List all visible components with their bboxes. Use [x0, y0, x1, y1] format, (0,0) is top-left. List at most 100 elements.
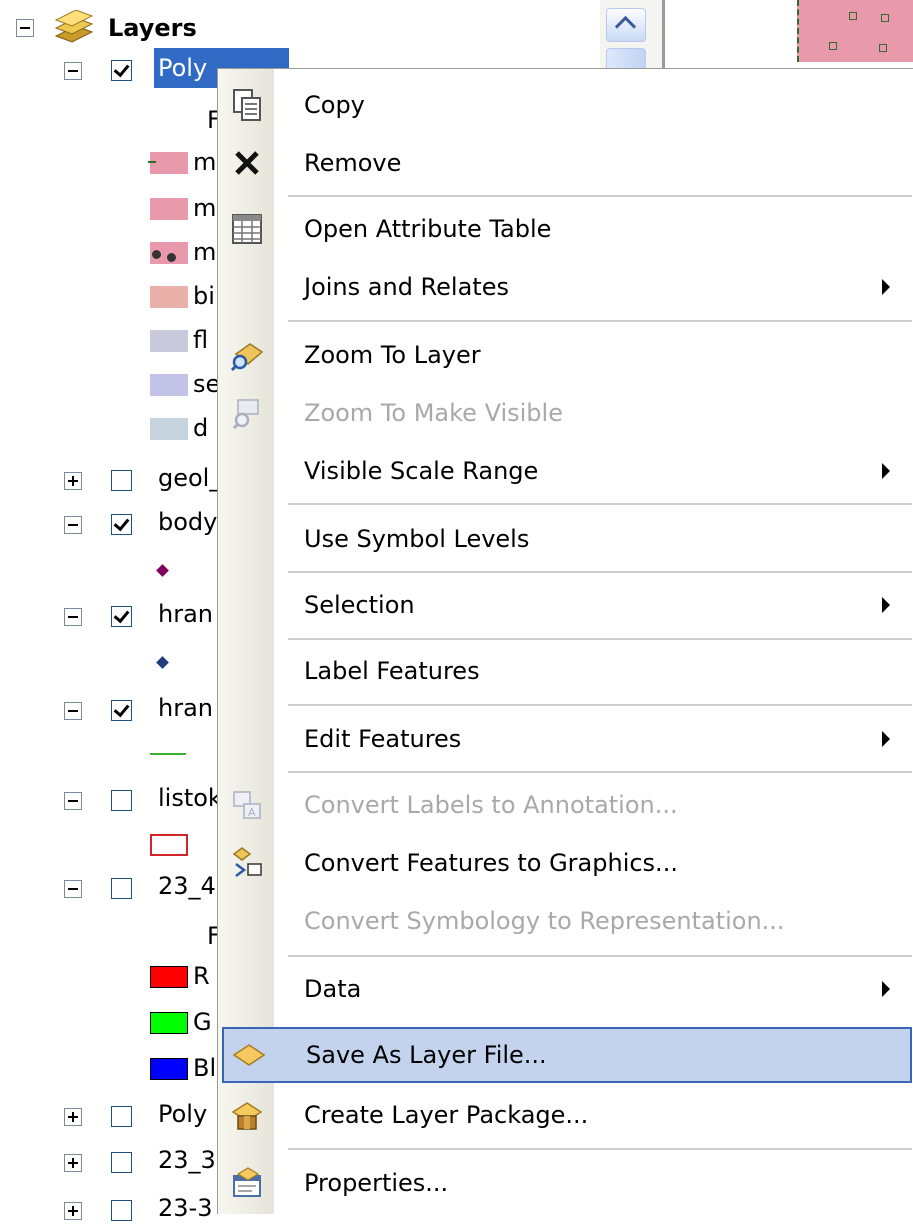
collapse-icon[interactable]: [64, 62, 82, 80]
expand-icon[interactable]: [64, 472, 82, 490]
collapse-icon[interactable]: [64, 880, 82, 898]
legend-label: Bl: [193, 1054, 217, 1082]
menu-item-selection[interactable]: Selection: [218, 577, 912, 633]
menu-item-label: Zoom To Make Visible: [304, 399, 563, 427]
toc-layer-label: geol_: [158, 464, 222, 492]
menu-item-zoom-to-layer[interactable]: Zoom To Layer: [218, 327, 912, 383]
menu-item-label: Edit Features: [304, 725, 462, 753]
menu-separator: [288, 503, 912, 505]
expand-icon[interactable]: [64, 1154, 82, 1172]
layer-visibility-checkbox[interactable]: [111, 470, 132, 491]
menu-item-label: Zoom To Layer: [304, 341, 481, 369]
toc-layer-label: body: [158, 508, 218, 536]
convert-labels-icon: A: [233, 791, 261, 819]
toc-layer-row[interactable]: 23_3: [0, 1144, 220, 1184]
convert-features-icon: [232, 847, 262, 877]
submenu-arrow-icon: [882, 279, 890, 295]
menu-separator: [288, 1148, 912, 1150]
toc-layer-row[interactable]: 23_4: [0, 870, 220, 910]
legend-label: m: [193, 238, 217, 266]
legend-swatch-blue: [150, 1058, 188, 1080]
legend-swatch: [150, 330, 188, 352]
toc-legend-item: [0, 832, 220, 872]
menu-item-label: Copy: [304, 91, 365, 119]
menu-separator: [288, 704, 912, 706]
line-symbol-icon: [150, 753, 186, 755]
toc-legend-item: G: [0, 1008, 220, 1048]
layer-visibility-checkbox[interactable]: [111, 1200, 132, 1221]
menu-item-save-as-layer-file[interactable]: Save As Layer File...: [222, 1027, 912, 1083]
menu-item-visible-scale-range[interactable]: Visible Scale Range: [218, 443, 912, 499]
layer-visibility-checkbox[interactable]: [111, 790, 132, 811]
menu-item-remove[interactable]: Remove: [218, 135, 912, 191]
toc-legend-item: [0, 744, 220, 784]
menu-item-properties[interactable]: Properties...: [218, 1155, 912, 1211]
zoom-visible-icon: [232, 399, 259, 430]
menu-item-zoom-to-make-visible[interactable]: Zoom To Make Visible: [218, 385, 912, 441]
layer-visibility-checkbox[interactable]: [111, 1152, 132, 1173]
menu-item-label: Create Layer Package...: [304, 1101, 589, 1129]
collapse-icon[interactable]: [64, 608, 82, 626]
menu-item-label: Use Symbol Levels: [304, 525, 530, 553]
menu-item-convert-features-to-graphics[interactable]: Convert Features to Graphics...: [218, 835, 912, 891]
legend-label: m: [193, 194, 217, 222]
menu-separator: [288, 955, 912, 957]
collapse-icon[interactable]: [64, 792, 82, 810]
menu-item-use-symbol-levels[interactable]: Use Symbol Levels: [218, 511, 912, 567]
layer-visibility-checkbox[interactable]: [111, 700, 132, 721]
toc-layer-row[interactable]: hran: [0, 598, 220, 638]
menu-item-label: Visible Scale Range: [304, 457, 539, 485]
collapse-icon[interactable]: [16, 19, 34, 37]
menu-item-label: Convert Symbology to Representation...: [304, 907, 785, 935]
toc-layer-row[interactable]: Poly: [0, 1098, 220, 1138]
layer-file-icon: [232, 1044, 266, 1066]
menu-item-edit-features[interactable]: Edit Features: [218, 711, 912, 767]
legend-swatch: [150, 286, 188, 308]
toc-layer-label: listok: [158, 784, 222, 812]
toc-legend-item: d: [0, 414, 220, 454]
menu-item-label: Label Features: [304, 657, 480, 685]
submenu-arrow-icon: [882, 981, 890, 997]
toc-root-layers[interactable]: Layers: [0, 8, 220, 48]
map-view[interactable]: [797, 0, 913, 62]
menu-item-joins-and-relates[interactable]: Joins and Relates: [218, 259, 912, 315]
layer-visibility-checkbox[interactable]: [111, 514, 132, 535]
menu-item-open-attribute-table[interactable]: Open Attribute Table: [218, 201, 912, 257]
layer-context-menu: Copy Remove Open Attribute Table Joins a…: [217, 68, 913, 1214]
toc-layer-row[interactable]: geol_: [0, 462, 222, 502]
toc-layer-row[interactable]: body: [0, 506, 220, 546]
menu-item-label: Convert Features to Graphics...: [304, 849, 678, 877]
toc-layer-row[interactable]: 23-3: [0, 1192, 220, 1232]
point-marker-icon: [156, 564, 169, 577]
menu-item-label: Properties...: [304, 1169, 449, 1197]
scroll-up-button[interactable]: [606, 8, 646, 42]
layer-visibility-checkbox[interactable]: [111, 1106, 132, 1127]
menu-item-data[interactable]: Data: [218, 961, 912, 1017]
toc-layer-label: Poly: [158, 1100, 208, 1128]
menu-item-create-layer-package[interactable]: Create Layer Package...: [218, 1087, 912, 1143]
toc-layer-row[interactable]: hran: [0, 692, 220, 732]
menu-item-convert-labels-to-annotation[interactable]: A Convert Labels to Annotation...: [218, 777, 912, 833]
menu-separator: [288, 771, 912, 773]
toc-legend-item: m: [0, 238, 220, 278]
toc-layer-label: hran: [158, 694, 213, 722]
layer-package-icon: [231, 1102, 263, 1130]
submenu-arrow-icon: [882, 597, 890, 613]
properties-icon: [233, 1167, 261, 1197]
submenu-arrow-icon: [882, 731, 890, 747]
expand-icon[interactable]: [64, 1202, 82, 1220]
toc-legend-item: bi: [0, 282, 220, 322]
toc-legend-item: [0, 558, 220, 598]
toc-layer-label: Poly: [158, 54, 208, 82]
expand-icon[interactable]: [64, 1108, 82, 1126]
menu-item-convert-symbology-to-representation[interactable]: Convert Symbology to Representation...: [218, 893, 912, 949]
collapse-icon[interactable]: [64, 516, 82, 534]
layer-visibility-checkbox[interactable]: [111, 878, 132, 899]
menu-item-label-features[interactable]: Label Features: [218, 643, 912, 699]
toc-layer-row[interactable]: listok: [0, 782, 222, 822]
collapse-icon[interactable]: [64, 702, 82, 720]
layer-visibility-checkbox[interactable]: [111, 60, 132, 81]
legend-swatch: [150, 418, 188, 440]
layer-visibility-checkbox[interactable]: [111, 606, 132, 627]
menu-item-copy[interactable]: Copy: [218, 77, 912, 133]
